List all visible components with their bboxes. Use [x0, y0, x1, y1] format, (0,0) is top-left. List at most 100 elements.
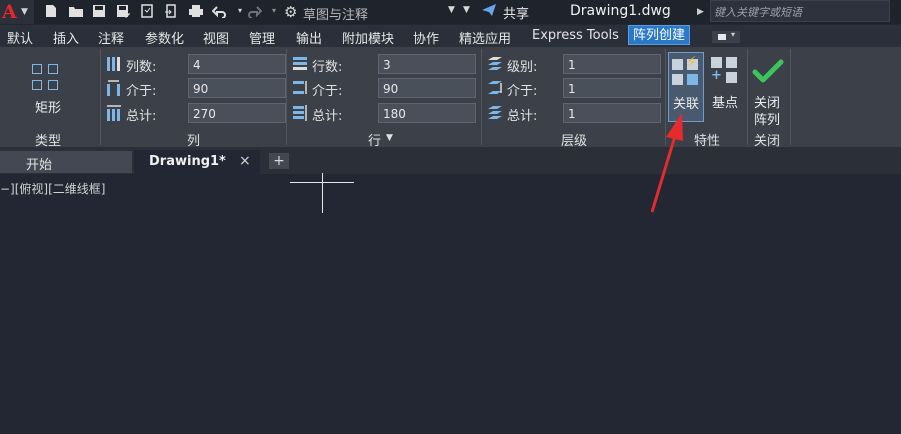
publish-icon[interactable] [140, 2, 156, 20]
share-button[interactable]: 共享 [503, 3, 529, 22]
tab-insert[interactable]: 插入 [53, 28, 79, 47]
row-total-row: 总计: [292, 103, 482, 124]
lightning-icon: ⚡ [686, 53, 697, 71]
application-menu-button[interactable]: A ▼ [0, 0, 34, 24]
level-total-input[interactable] [563, 103, 661, 123]
column-count-input[interactable] [188, 54, 286, 74]
document-title: Drawing1.dwg [570, 3, 671, 19]
row-count-input[interactable] [378, 54, 476, 74]
tab-manage[interactable]: 管理 [249, 28, 275, 47]
level-count-label: 级别: [507, 60, 538, 75]
level-count-icon [488, 57, 502, 70]
tab-featured-apps[interactable]: 精选应用 [459, 28, 511, 47]
level-count-input[interactable] [563, 54, 661, 74]
tab-drawing1[interactable]: Drawing1* × [134, 150, 260, 174]
row-total-label: 总计: [312, 109, 343, 124]
column-count-label: 列数: [126, 60, 157, 75]
redo-dropdown-icon: ▾ [271, 6, 276, 15]
panel-divider [100, 49, 101, 145]
tab-annotate[interactable]: 注释 [98, 28, 124, 47]
level-count-row: 级别: [487, 54, 667, 75]
tab-view[interactable]: 视图 [203, 28, 229, 47]
row-total-icon [293, 105, 307, 121]
level-spacing-label: 介于: [507, 84, 538, 99]
tab-start-label: 开始 [26, 158, 53, 173]
level-total-row: 总计: [487, 103, 667, 124]
tab-addins[interactable]: 附加模块 [342, 28, 394, 47]
tab-parametric[interactable]: 参数化 [145, 28, 184, 47]
minimize-ribbon-caret-icon[interactable]: ▾ [731, 30, 735, 39]
column-total-row: 总计: [106, 103, 286, 124]
column-spacing-input[interactable] [188, 78, 286, 98]
row-spacing-icon [293, 81, 307, 94]
column-spacing-row: 介于: [106, 78, 286, 99]
checkmark-icon [752, 59, 784, 83]
tab-start[interactable]: 开始 [0, 151, 132, 173]
row-total-input[interactable] [378, 103, 476, 123]
row-count-label: 行数: [312, 60, 343, 75]
customize-quick-access-icon[interactable]: ▼ [463, 5, 470, 15]
base-point-label: 基点 [712, 96, 739, 111]
tab-array-creation[interactable]: 阵列创建 [628, 25, 691, 45]
close-array-button[interactable]: 关闭 阵列 [750, 52, 790, 128]
row-spacing-label: 介于: [312, 84, 343, 99]
title-bar: A ▼ ▾ ▾ ⚙ 草图与注释 ▼ ▼ 共享 Drawing1.dwg ▶ 键入… [0, 0, 901, 24]
autocad-logo-icon: A [2, 1, 17, 23]
minimize-ribbon-button[interactable] [712, 31, 740, 43]
close-icon[interactable]: × [239, 153, 251, 169]
panel-divider [286, 49, 287, 145]
new-file-icon[interactable] [44, 2, 60, 20]
panel-divider [790, 49, 791, 145]
ribbon-panel: 矩形 类型 列数: 介于: 总计: 列 行数: 介于: 总计: 行 ▼ [0, 47, 901, 149]
share-drawing-icon[interactable] [164, 2, 180, 20]
open-folder-icon[interactable] [68, 2, 84, 20]
column-spacing-label: 介于: [126, 84, 157, 99]
ribbon-tab-bar: 默认 插入 注释 参数化 视图 管理 输出 附加模块 协作 精选应用 Expre… [0, 25, 901, 47]
search-input[interactable]: 键入关键字或短语 [710, 0, 890, 22]
close-array-label-line2: 阵列 [754, 113, 781, 128]
undo-icon[interactable] [212, 2, 228, 20]
tab-default[interactable]: 默认 [7, 28, 33, 47]
tab-drawing1-label: Drawing1* [149, 154, 226, 169]
panel-divider [665, 49, 666, 145]
rows-panel-expand-icon[interactable]: ▼ [386, 133, 393, 143]
row-spacing-row: 介于: [292, 78, 482, 99]
column-total-input[interactable] [188, 103, 286, 123]
share-icon[interactable] [481, 3, 497, 21]
save-icon[interactable] [92, 2, 108, 20]
workspace-dropdown-icon[interactable]: ▼ [448, 5, 455, 15]
gear-icon[interactable]: ⚙ [284, 3, 297, 21]
app-menu-caret-icon: ▼ [21, 7, 28, 17]
tab-express-tools[interactable]: Express Tools [532, 28, 619, 43]
rectangular-array-button[interactable]: 矩形 [22, 53, 74, 119]
row-spacing-input[interactable] [378, 78, 476, 98]
column-total-label: 总计: [126, 109, 157, 124]
rectangular-label: 矩形 [35, 101, 62, 116]
search-placeholder: 键入关键字或短语 [714, 6, 802, 19]
crosshair-cursor-vertical [322, 173, 323, 213]
document-tab-bar: 开始 Drawing1* × + [0, 147, 901, 174]
tab-collaborate[interactable]: 协作 [413, 28, 439, 47]
base-point-button[interactable]: + 基点 [708, 52, 744, 122]
column-total-icon [107, 105, 121, 121]
column-count-icon [107, 57, 120, 71]
level-total-icon [488, 106, 502, 119]
level-spacing-input[interactable] [563, 78, 661, 98]
print-icon[interactable] [188, 2, 204, 20]
save-as-icon[interactable] [116, 2, 132, 20]
associative-label: 关联 [673, 97, 700, 112]
associative-button[interactable]: ⚡ 关联 [668, 52, 704, 122]
row-count-icon [293, 57, 307, 70]
drawing-canvas[interactable]: −][俯视][二维线框] [0, 173, 901, 434]
viewport-controls[interactable]: −][俯视][二维线框] [0, 180, 105, 197]
workspace-selector[interactable]: 草图与注释 [303, 4, 368, 23]
level-spacing-icon [488, 81, 502, 94]
new-tab-button[interactable]: + [269, 153, 289, 169]
level-total-label: 总计: [507, 109, 538, 124]
level-spacing-row: 介于: [487, 78, 667, 99]
panel-divider [481, 49, 482, 145]
row-count-row: 行数: [292, 54, 482, 75]
tab-output[interactable]: 输出 [296, 28, 322, 47]
redo-icon [246, 2, 262, 20]
panel-divider [747, 49, 748, 145]
